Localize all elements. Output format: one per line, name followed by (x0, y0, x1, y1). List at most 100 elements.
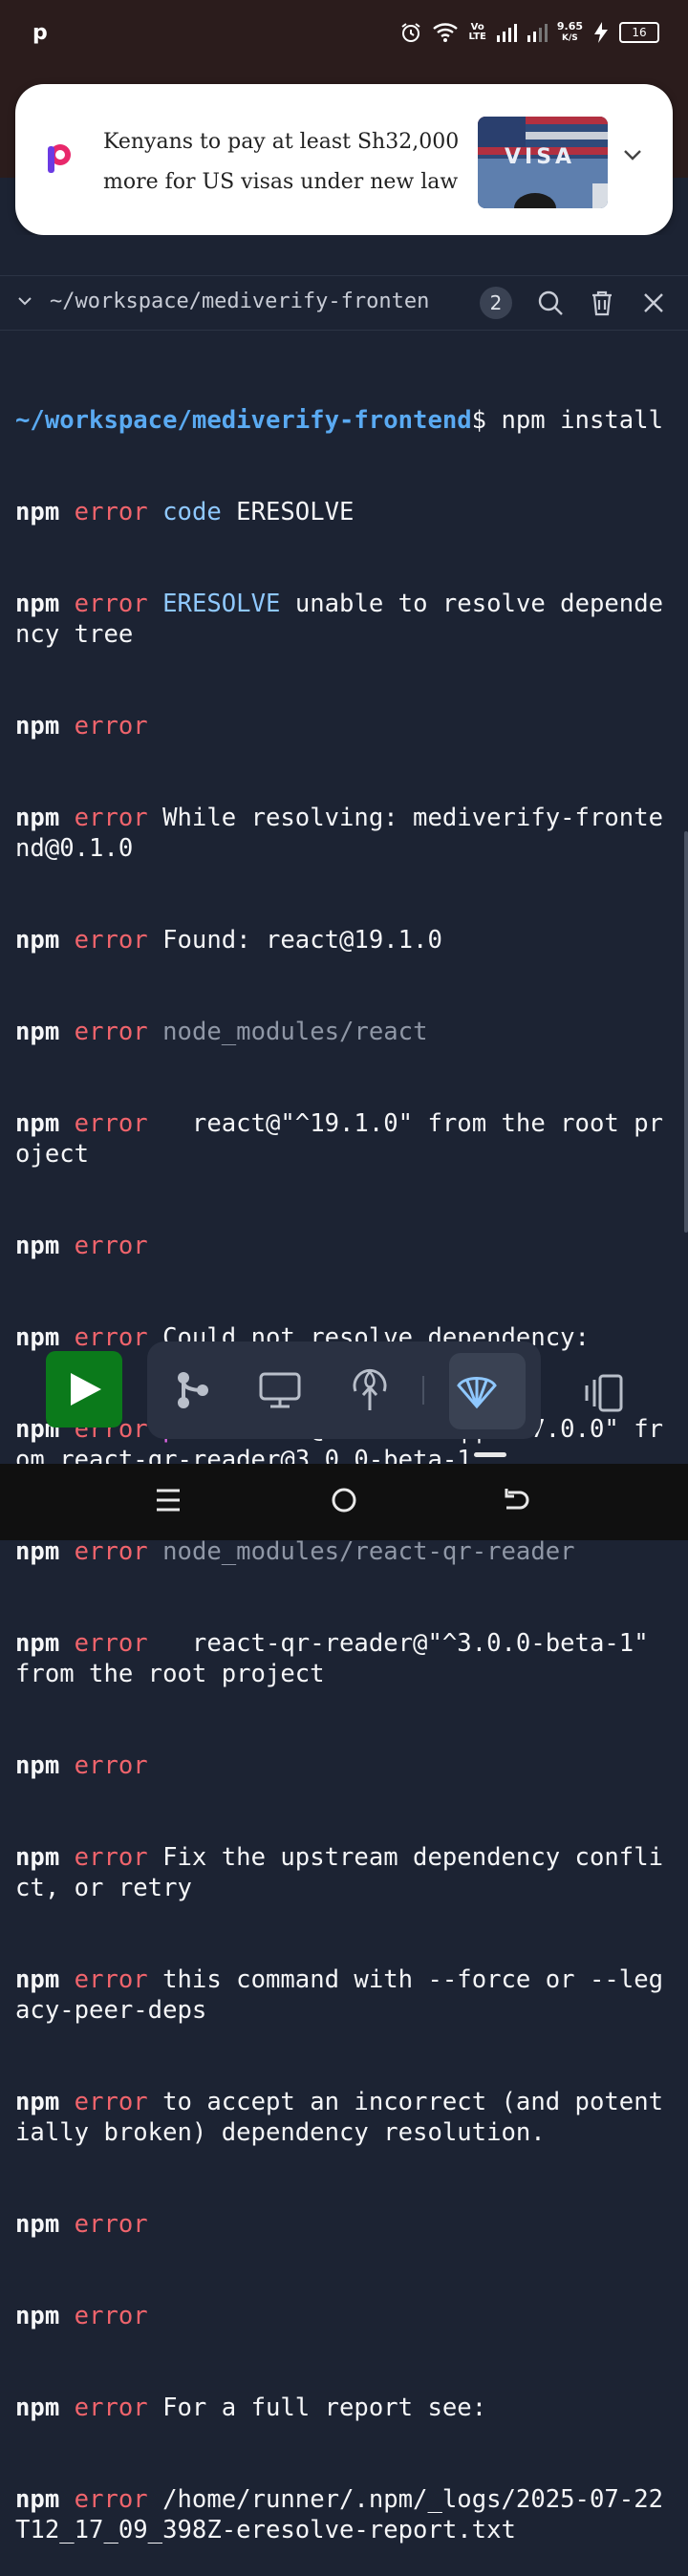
log-text: For a full report see: (147, 2394, 487, 2422)
npm-tag: npm (15, 2302, 60, 2330)
log-line: npm error to accept an incorrect (and po… (15, 2087, 675, 2148)
log-line: npm error react@"^19.1.0" from the root … (15, 1108, 675, 1170)
npm-tag: npm (15, 1232, 60, 1260)
npm-tag: npm (15, 1965, 60, 1994)
play-icon (71, 1373, 101, 1406)
status-bar: p Vo LTE 9.65 K/S 16 (0, 0, 688, 69)
error-tag: error (74, 804, 148, 832)
npm-tag: npm (15, 1751, 60, 1780)
npm-tag: npm (15, 1629, 60, 1658)
log-path: node_modules/react (162, 1018, 428, 1046)
status-icons: Vo LTE 9.65 K/S 16 (399, 21, 659, 44)
log-line: npm error this command with --force or -… (15, 1964, 675, 2026)
npm-tag: npm (15, 2088, 60, 2116)
split-panel-icon[interactable] (581, 1372, 627, 1414)
news-notification[interactable]: Kenyans to pay at least Sh32,000 more fo… (15, 84, 673, 235)
headline-line-1: Kenyans to pay at least Sh32,000 (103, 130, 460, 154)
notification-headline: Kenyans to pay at least Sh32,000 more fo… (103, 122, 466, 203)
npm-tag: npm (15, 804, 60, 832)
monitor-icon[interactable] (258, 1368, 302, 1412)
error-tag: error (74, 590, 148, 618)
error-tag: error (74, 926, 148, 955)
log-line: npm error (15, 711, 675, 741)
net-speed: 9.65 K/S (557, 21, 583, 44)
wifi-icon (433, 23, 459, 42)
chevron-down-icon[interactable] (621, 143, 644, 166)
signal-icon (496, 24, 517, 42)
log-line: npm error (15, 2301, 675, 2331)
log-line: npm error (15, 1750, 675, 1781)
npm-tag: npm (15, 2485, 60, 2514)
log-line: npm error Fix the upstream dependency co… (15, 1842, 675, 1903)
error-tag: error (74, 712, 148, 741)
terminal-tab-bar: ~/workspace/mediverify-fronten 2 (0, 275, 688, 331)
log-text: ERESOLVE (221, 498, 355, 526)
menu-icon[interactable] (151, 1483, 185, 1517)
gesture-indicator (474, 1452, 506, 1457)
log-text: Found: react@19.1.0 (147, 926, 442, 955)
log-line: npm error node_modules/react (15, 1017, 675, 1047)
log-path: node_modules/react-qr-reader (162, 1537, 575, 1566)
log-line: npm error Found: react@19.1.0 (15, 925, 675, 955)
npm-tag: npm (15, 498, 60, 526)
error-tag: error (74, 1751, 148, 1780)
error-tag: error (74, 2302, 148, 2330)
trash-icon[interactable] (587, 288, 617, 318)
terminal-tab-title[interactable]: ~/workspace/mediverify-fronten (50, 290, 429, 313)
npm-tag: npm (15, 712, 60, 741)
home-icon[interactable] (327, 1483, 361, 1517)
error-tag: error (74, 1109, 148, 1138)
bottom-toolbar (0, 1328, 688, 1443)
log-line: npm error /home/runner/.npm/_logs/2025-0… (15, 2484, 675, 2545)
log-line: npm error node_modules/react-qr-reader (15, 1536, 675, 1567)
headline-line-2: more for US visas under new law (103, 170, 459, 194)
tool-group (147, 1342, 541, 1439)
alarm-icon (401, 23, 421, 42)
log-line: npm error ERESOLVE unable to resolve dep… (15, 589, 675, 650)
signal-icon (527, 24, 548, 42)
back-icon[interactable] (499, 1483, 533, 1517)
log-keyword: ERESOLVE (162, 590, 281, 618)
npm-tag: npm (15, 1109, 60, 1138)
toolbar-divider (422, 1376, 424, 1405)
antenna-icon[interactable] (348, 1368, 392, 1412)
run-button[interactable] (46, 1351, 122, 1428)
log-keyword: code (162, 498, 222, 526)
npm-tag: npm (15, 1018, 60, 1046)
log-line: npm error For a full report see: (15, 2393, 675, 2423)
battery-indicator: 16 (619, 22, 659, 43)
log-line: npm error react-qr-reader@"^3.0.0-beta-1… (15, 1628, 675, 1689)
log-line: npm error code ERESOLVE (15, 497, 675, 527)
net-speed-value: 9.65 (556, 20, 583, 32)
shell-icon[interactable] (455, 1368, 499, 1412)
prompt-line: ~/workspace/mediverify-frontend$ npm ins… (15, 405, 675, 436)
news-app-logo-icon (48, 144, 71, 173)
prompt-command: $ npm install (471, 406, 663, 435)
npm-tag: npm (15, 590, 60, 618)
news-thumbnail: VISA (478, 117, 608, 208)
terminal-scrollbar[interactable] (684, 831, 688, 1233)
net-speed-unit: K/S (562, 33, 578, 43)
error-tag: error (74, 2394, 148, 2422)
error-tag: error (74, 1843, 148, 1872)
app-notification-icon: p (32, 21, 48, 45)
charging-icon (594, 22, 608, 43)
error-tag: error (74, 2210, 148, 2239)
close-icon[interactable] (638, 288, 669, 318)
search-icon[interactable] (535, 288, 566, 318)
visa-label: VISA (505, 145, 576, 169)
terminal-output[interactable]: ~/workspace/mediverify-frontend$ npm ins… (15, 344, 675, 2576)
npm-tag: npm (15, 2210, 60, 2239)
git-icon[interactable] (170, 1368, 214, 1412)
terminal-count-badge[interactable]: 2 (480, 287, 512, 319)
error-tag: error (74, 1629, 148, 1658)
collapse-chevron-icon[interactable] (17, 293, 32, 309)
editor-background (0, 235, 688, 273)
error-tag: error (74, 498, 148, 526)
error-tag: error (74, 1537, 148, 1566)
npm-tag: npm (15, 1843, 60, 1872)
log-line: npm error (15, 1231, 675, 1261)
log-line: npm error (15, 2209, 675, 2240)
error-tag: error (74, 1232, 148, 1260)
npm-tag: npm (15, 1537, 60, 1566)
